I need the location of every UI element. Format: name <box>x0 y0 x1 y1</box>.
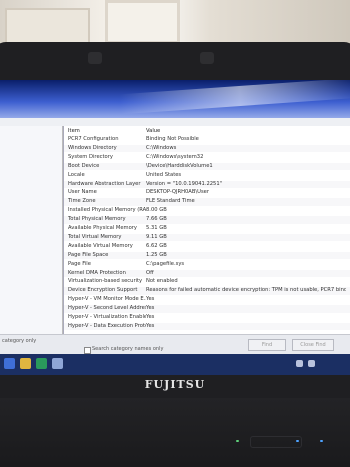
table-row[interactable]: User Name DESKTOP-QJRH0AB\User <box>64 189 350 196</box>
table-row[interactable]: Virtualization-based security Not enabled <box>64 278 350 285</box>
bezel-bump-left <box>88 52 102 64</box>
desktop-wallpaper <box>0 80 350 120</box>
table-row[interactable]: Total Physical Memory 7.66 GB <box>64 216 350 224</box>
row-item: Time Zone <box>68 198 96 205</box>
edge-icon[interactable] <box>36 358 47 369</box>
bezel-bump-right <box>200 52 214 64</box>
volume-icon[interactable] <box>308 360 315 367</box>
row-item: Hyper-V - Virtualization Enable... <box>68 314 146 320</box>
row-value: Yes <box>146 296 155 303</box>
row-value: FLE Standard Time <box>146 198 195 205</box>
table-row[interactable]: Hyper-V - Second Level Addres... Yes <box>64 305 350 313</box>
table-row[interactable]: Total Virtual Memory 9.11 GB <box>64 233 350 242</box>
laptop-screen: Item Value PCR7 Configuration Binding Not… <box>0 80 350 375</box>
column-header-item[interactable]: Item <box>68 126 80 136</box>
table-row[interactable]: Hyper-V - Data Execution Prote... Yes <box>64 322 350 331</box>
row-item: Available Virtual Memory <box>68 242 133 249</box>
row-value: Reasons for failed automatic device encr… <box>146 287 346 294</box>
table-row[interactable]: Available Physical Memory 5.31 GB <box>64 225 350 232</box>
table-row[interactable]: Page File Space 1.25 GB <box>64 251 350 260</box>
wifi-led <box>320 440 323 442</box>
row-value: Binding Not Possible <box>146 136 199 142</box>
power-led <box>236 440 239 442</box>
system-information-window: Item Value PCR7 Configuration Binding Not… <box>0 118 350 355</box>
table-row[interactable]: Available Virtual Memory 6.62 GB <box>64 243 350 250</box>
close-find-button[interactable]: Close Find <box>292 339 334 351</box>
table-row[interactable]: Locale United States <box>64 172 350 179</box>
table-row[interactable]: PCR7 Configuration Binding Not Possible <box>64 136 350 143</box>
row-item: PCR7 Configuration <box>68 136 119 142</box>
table-row[interactable]: Hyper-V - Virtualization Enable... Yes <box>64 314 350 321</box>
row-item: Hardware Abstraction Layer <box>68 180 141 187</box>
row-value: 1.25 GB <box>146 251 167 258</box>
row-item: Kernel DMA Protection <box>68 269 126 276</box>
system-summary-table: Item Value PCR7 Configuration Binding Not… <box>63 126 350 334</box>
row-value: Yes <box>146 305 155 312</box>
row-value: United States <box>146 171 182 178</box>
row-value: Off <box>146 269 154 276</box>
fujitsu-logo: FUJITSU <box>144 378 206 391</box>
row-item: Total Physical Memory <box>68 216 126 223</box>
column-header-value[interactable]: Value <box>146 126 160 136</box>
row-value: C:\Windows\system32 <box>146 153 204 160</box>
laptop-deck <box>0 398 350 467</box>
room-window <box>105 0 180 44</box>
table-row[interactable]: Hardware Abstraction Layer Version = "10.… <box>64 180 350 188</box>
row-value: Yes <box>146 322 155 329</box>
category-tree-pane[interactable] <box>0 126 63 334</box>
row-item: Hyper-V - VM Monitor Mode E... <box>68 296 146 303</box>
row-value: 5.31 GB <box>146 225 167 231</box>
row-value: 8.00 GB <box>146 207 167 214</box>
table-row[interactable]: Time Zone FLE Standard Time <box>64 198 350 206</box>
row-item: Available Physical Memory <box>68 225 137 231</box>
row-item: Total Virtual Memory <box>68 233 122 240</box>
system-info-icon[interactable] <box>52 358 63 369</box>
table-row[interactable]: Installed Physical Memory (RAM) 8.00 GB <box>64 207 350 214</box>
row-item: Virtualization-based security <box>68 278 143 285</box>
network-icon[interactable] <box>296 360 303 367</box>
table-row[interactable]: System Directory C:\Windows\system32 <box>64 154 350 161</box>
file-explorer-icon[interactable] <box>20 358 31 369</box>
touch-strip <box>250 436 302 448</box>
selected-category-only-label[interactable]: category only <box>2 337 36 345</box>
row-item: Locale <box>68 171 85 178</box>
row-item: User Name <box>68 189 97 196</box>
row-value: Version = "10.0.19041.2251" <box>146 180 223 187</box>
search-category-names-label[interactable]: Search category names only <box>92 345 163 353</box>
row-item: Page File <box>68 260 91 267</box>
table-row[interactable]: Page File C:\pagefile.sys <box>64 261 350 268</box>
table-row[interactable]: Boot Device \Device\HarddiskVolume1 <box>64 162 350 171</box>
row-value: C:\Windows <box>146 144 177 151</box>
row-item: Hyper-V - Second Level Addres... <box>68 305 146 312</box>
row-item: Windows Directory <box>68 144 117 151</box>
row-value: \Device\HarddiskVolume1 <box>146 162 213 169</box>
row-value: DESKTOP-QJRH0AB\User <box>146 189 209 196</box>
row-value: 9.11 GB <box>146 233 167 240</box>
table-row[interactable]: Device Encryption Support Reasons for fai… <box>64 287 350 295</box>
find-button[interactable]: Find <box>248 339 286 351</box>
windows-taskbar <box>0 354 350 375</box>
table-row[interactable]: Windows Directory C:\Windows <box>64 144 350 153</box>
row-value: 7.66 GB <box>146 216 167 223</box>
row-value: C:\pagefile.sys <box>146 260 185 267</box>
row-value: 6.62 GB <box>146 242 167 249</box>
row-item: Hyper-V - Data Execution Prote... <box>68 322 146 329</box>
find-bar: category only Search category names only… <box>0 334 350 355</box>
row-item: System Directory <box>68 153 113 160</box>
row-value: Not enabled <box>146 278 178 285</box>
search-category-names-checkbox[interactable] <box>84 347 91 354</box>
wallpaper-light-beam <box>119 80 350 115</box>
row-item: Boot Device <box>68 162 100 169</box>
row-value: Yes <box>146 314 155 320</box>
row-item: Page File Space <box>68 251 109 258</box>
start-icon[interactable] <box>4 358 15 369</box>
row-item: Installed Physical Memory (RAM) <box>68 207 146 214</box>
table-row[interactable]: Hyper-V - VM Monitor Mode E... Yes <box>64 296 350 303</box>
photo-scene: Item Value PCR7 Configuration Binding Not… <box>0 0 350 467</box>
status-led <box>296 440 299 442</box>
row-item: Device Encryption Support <box>68 287 138 294</box>
table-row[interactable]: Kernel DMA Protection Off <box>64 269 350 277</box>
